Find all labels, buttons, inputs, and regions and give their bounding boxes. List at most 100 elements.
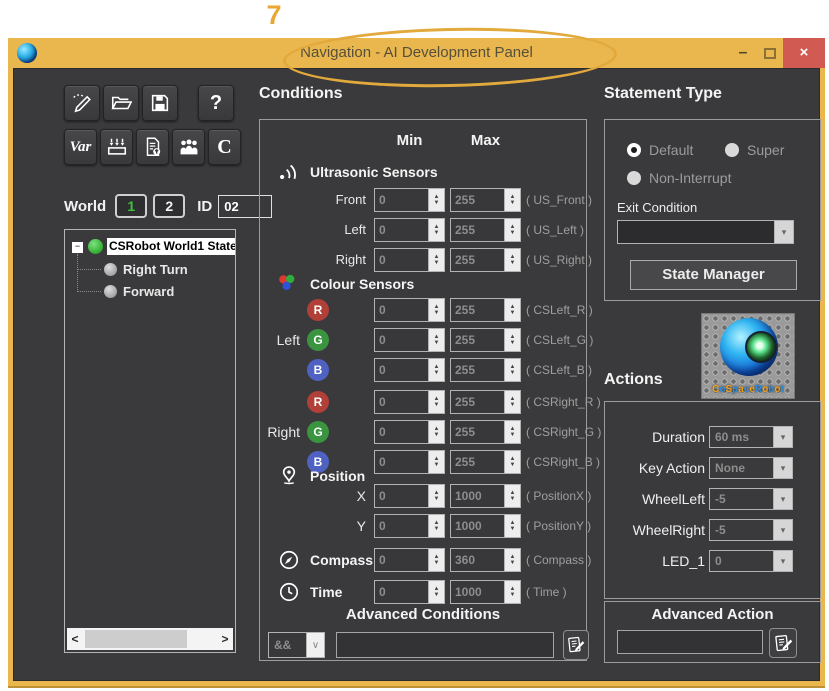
download-to-robot-button[interactable] xyxy=(100,129,133,165)
advanced-action-input[interactable] xyxy=(617,630,763,654)
select-chevron-icon[interactable]: ∨ xyxy=(306,633,324,657)
spin-up-icon[interactable]: ▲ xyxy=(510,457,516,462)
tree-item-right-turn[interactable]: Right Turn xyxy=(123,262,188,277)
spin-up-icon[interactable]: ▲ xyxy=(434,457,440,462)
min-spinner[interactable]: 0▲▼ xyxy=(374,248,445,272)
tree-expander-icon[interactable]: − xyxy=(72,242,83,253)
spinner-buttons[interactable]: ▲▼ xyxy=(428,485,444,507)
spin-down-icon[interactable]: ▼ xyxy=(434,497,440,502)
spinner-buttons[interactable]: ▲▼ xyxy=(428,299,444,321)
max-spinner[interactable]: 1000▲▼ xyxy=(450,514,521,538)
spin-up-icon[interactable]: ▲ xyxy=(434,225,440,230)
spinner-buttons[interactable]: ▲▼ xyxy=(504,189,520,211)
spinner-buttons[interactable]: ▲▼ xyxy=(428,581,444,603)
max-spinner[interactable]: 255▲▼ xyxy=(450,420,521,444)
world-2-button[interactable]: 2 xyxy=(153,194,185,218)
dropdown-arrow-icon[interactable]: ▾ xyxy=(773,458,792,478)
advanced-conditions-input[interactable] xyxy=(336,632,554,658)
spin-up-icon[interactable]: ▲ xyxy=(434,255,440,260)
variables-button[interactable]: Var xyxy=(64,129,97,165)
spinner-buttons[interactable]: ▲▼ xyxy=(428,219,444,241)
spin-up-icon[interactable]: ▲ xyxy=(510,555,516,560)
spin-down-icon[interactable]: ▼ xyxy=(510,231,516,236)
world-1-button[interactable]: 1 xyxy=(115,194,147,218)
team-button[interactable] xyxy=(172,129,205,165)
spin-up-icon[interactable]: ▲ xyxy=(434,305,440,310)
min-spinner[interactable]: 0▲▼ xyxy=(374,548,445,572)
help-button[interactable]: ? xyxy=(198,85,234,121)
minimize-button[interactable]: – xyxy=(729,38,757,68)
spinner-buttons[interactable]: ▲▼ xyxy=(428,249,444,271)
tree-item-forward[interactable]: Forward xyxy=(123,284,174,299)
duration-dropdown[interactable]: 60 ms▾ xyxy=(709,426,793,448)
spin-down-icon[interactable]: ▼ xyxy=(434,403,440,408)
spin-down-icon[interactable]: ▼ xyxy=(510,497,516,502)
spin-up-icon[interactable]: ▲ xyxy=(434,397,440,402)
spin-up-icon[interactable]: ▲ xyxy=(510,255,516,260)
spinner-buttons[interactable]: ▲▼ xyxy=(504,485,520,507)
max-spinner[interactable]: 255▲▼ xyxy=(450,218,521,242)
max-spinner[interactable]: 1000▲▼ xyxy=(450,484,521,508)
tree-horizontal-scrollbar[interactable]: < > xyxy=(67,628,233,650)
spin-up-icon[interactable]: ▲ xyxy=(434,521,440,526)
spin-up-icon[interactable]: ▲ xyxy=(510,225,516,230)
radio-super[interactable]: Super xyxy=(725,142,784,158)
spin-down-icon[interactable]: ▼ xyxy=(434,261,440,266)
logic-operator-select[interactable]: && ∨ xyxy=(268,632,325,658)
spin-up-icon[interactable]: ▲ xyxy=(510,305,516,310)
spinner-buttons[interactable]: ▲▼ xyxy=(504,515,520,537)
spinner-buttons[interactable]: ▲▼ xyxy=(428,549,444,571)
exit-condition-dropdown[interactable]: ▾ xyxy=(617,220,794,244)
spinner-buttons[interactable]: ▲▼ xyxy=(428,189,444,211)
tree-root-item[interactable]: CSRobot World1 State xyxy=(107,238,235,255)
spin-up-icon[interactable]: ▲ xyxy=(510,397,516,402)
spinner-buttons[interactable]: ▲▼ xyxy=(428,329,444,351)
spin-up-icon[interactable]: ▲ xyxy=(434,555,440,560)
spin-up-icon[interactable]: ▲ xyxy=(510,587,516,592)
spinner-buttons[interactable]: ▲▼ xyxy=(504,219,520,241)
spin-up-icon[interactable]: ▲ xyxy=(510,427,516,432)
spinner-buttons[interactable]: ▲▼ xyxy=(504,249,520,271)
wheel-right-dropdown[interactable]: -5▾ xyxy=(709,519,793,541)
min-spinner[interactable]: 0▲▼ xyxy=(374,188,445,212)
spinner-buttons[interactable]: ▲▼ xyxy=(504,329,520,351)
scrollbar-thumb[interactable] xyxy=(85,630,187,648)
spin-down-icon[interactable]: ▼ xyxy=(510,527,516,532)
min-spinner[interactable]: 0▲▼ xyxy=(374,328,445,352)
min-spinner[interactable]: 0▲▼ xyxy=(374,580,445,604)
min-spinner[interactable]: 0▲▼ xyxy=(374,218,445,242)
spin-up-icon[interactable]: ▲ xyxy=(434,587,440,592)
max-spinner[interactable]: 255▲▼ xyxy=(450,298,521,322)
open-button[interactable] xyxy=(103,85,139,121)
spinner-buttons[interactable]: ▲▼ xyxy=(504,299,520,321)
min-spinner[interactable]: 0▲▼ xyxy=(374,298,445,322)
spin-up-icon[interactable]: ▲ xyxy=(434,335,440,340)
radio-unselected-icon[interactable] xyxy=(627,171,641,185)
spin-down-icon[interactable]: ▼ xyxy=(510,371,516,376)
close-button[interactable]: × xyxy=(783,38,825,68)
spin-up-icon[interactable]: ▲ xyxy=(434,365,440,370)
spin-down-icon[interactable]: ▼ xyxy=(510,561,516,566)
edit-action-button[interactable] xyxy=(769,628,797,658)
spin-down-icon[interactable]: ▼ xyxy=(510,311,516,316)
min-spinner[interactable]: 0▲▼ xyxy=(374,390,445,414)
wheel-left-dropdown[interactable]: -5▾ xyxy=(709,488,793,510)
max-spinner[interactable]: 255▲▼ xyxy=(450,248,521,272)
edit-state-button[interactable] xyxy=(64,85,100,121)
save-button[interactable] xyxy=(142,85,178,121)
spinner-buttons[interactable]: ▲▼ xyxy=(504,581,520,603)
spin-up-icon[interactable]: ▲ xyxy=(510,521,516,526)
spin-down-icon[interactable]: ▼ xyxy=(434,527,440,532)
dropdown-arrow-icon[interactable]: ▾ xyxy=(773,427,792,447)
min-spinner[interactable]: 0▲▼ xyxy=(374,358,445,382)
spin-down-icon[interactable]: ▼ xyxy=(510,261,516,266)
spinner-buttons[interactable]: ▲▼ xyxy=(504,549,520,571)
radio-selected-icon[interactable] xyxy=(627,143,641,157)
maximize-button[interactable] xyxy=(757,38,783,68)
spin-down-icon[interactable]: ▼ xyxy=(434,341,440,346)
spin-down-icon[interactable]: ▼ xyxy=(510,433,516,438)
spin-down-icon[interactable]: ▼ xyxy=(510,341,516,346)
spinner-buttons[interactable]: ▲▼ xyxy=(504,391,520,413)
radio-unselected-icon[interactable] xyxy=(725,143,739,157)
max-spinner[interactable]: 255▲▼ xyxy=(450,358,521,382)
